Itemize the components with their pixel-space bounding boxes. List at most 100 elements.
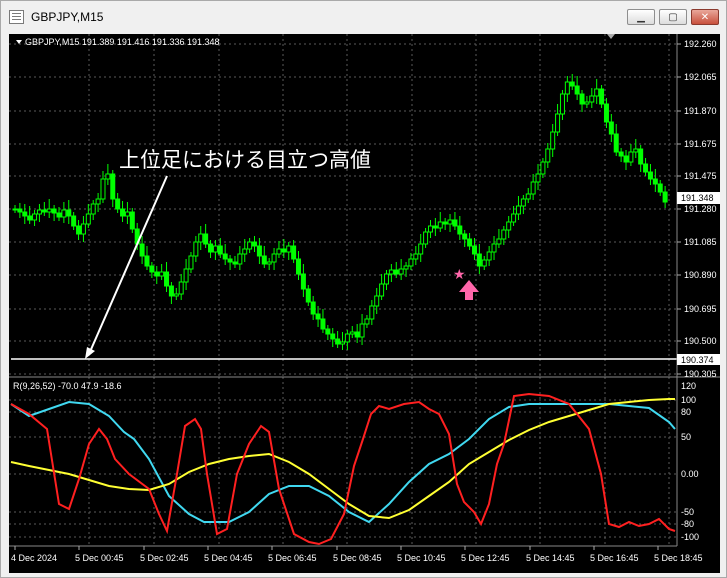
candle-body (520, 198, 526, 207)
candle-body (227, 258, 233, 263)
candle-body (374, 295, 380, 307)
close-button[interactable]: ✕ (691, 9, 719, 25)
time-tick-label: 5 Dec 06:45 (268, 553, 317, 563)
candle-body (613, 133, 619, 153)
time-axis: 4 Dec 2024 5 Dec 00:45 5 Dec 02:45 5 Dec 04… (11, 546, 703, 563)
candle-body (120, 208, 126, 217)
price-tick-label: 190.500 (684, 336, 717, 346)
chart-info: GBPJPY,M15 191.389 191.416 191.336 191.3… (25, 37, 220, 47)
candle-body (515, 205, 521, 215)
candle-body (335, 338, 341, 345)
candle-body (56, 212, 62, 218)
chart-menu-icon[interactable] (16, 40, 22, 44)
candle-body (427, 225, 433, 233)
indicator-tick-label: 0.00 (681, 469, 699, 479)
candle-body (300, 273, 306, 290)
candle-body (61, 209, 67, 218)
signal-star-icon: ★ (453, 266, 466, 282)
time-tick-label: 5 Dec 02:45 (140, 553, 189, 563)
candle-body (594, 88, 600, 97)
candle-body (584, 101, 590, 105)
chart-shift-icon[interactable] (607, 34, 615, 39)
candle-body (437, 221, 443, 229)
candle-body (418, 243, 424, 255)
price-tick-label: 191.085 (684, 237, 717, 247)
candle-body (90, 203, 96, 215)
candle-body (657, 183, 663, 193)
candle-body (159, 271, 165, 277)
candle-body (17, 208, 23, 213)
indicator-tick-label: 100 (681, 395, 696, 405)
candle-body (608, 121, 614, 135)
candle-body (599, 88, 605, 105)
candle-body (662, 191, 668, 203)
candle-body (398, 268, 404, 275)
candle-body (168, 285, 174, 297)
candle-body (447, 219, 453, 225)
price-tick-label: 190.890 (684, 270, 717, 280)
candle-body (525, 193, 531, 200)
candle-body (325, 328, 331, 335)
candle-body (511, 213, 517, 223)
candle-body (432, 225, 438, 229)
candle-body (286, 245, 292, 253)
title-bar[interactable]: GBPJPY,M15 ▁ ▢ ✕ (1, 1, 726, 34)
candle-body (540, 161, 546, 175)
price-tick-label: 192.260 (684, 39, 717, 49)
candle-body (305, 288, 311, 303)
candle-body (76, 225, 82, 235)
candle-body (27, 215, 33, 221)
candle-body (388, 269, 394, 275)
candle-body (564, 81, 570, 95)
line-price: 190.374 (681, 355, 714, 365)
time-tick-label: 5 Dec 08:45 (333, 553, 382, 563)
time-tick-label: 5 Dec 14:45 (526, 553, 575, 563)
candle-body (320, 318, 326, 330)
candle-body (212, 245, 218, 253)
candle-body (364, 318, 370, 325)
annotation-text: 上位足における目立つ高値 (119, 149, 371, 172)
candle-body (471, 245, 477, 255)
price-chart-svg[interactable]: 上位足における目立つ高値 ★ GBPJPY,M15 191.389 191.41… (9, 34, 720, 573)
candle-body (467, 238, 473, 247)
candle-body (173, 293, 179, 297)
candle-body (569, 81, 575, 87)
candle-body (276, 248, 282, 255)
candle-body (296, 258, 302, 275)
candle-body (559, 93, 565, 115)
candle-body (247, 241, 253, 250)
candle-body (271, 253, 277, 263)
candle-body (340, 341, 345, 345)
candle-body (647, 171, 653, 180)
candle-body (149, 265, 155, 273)
price-tick-label: 191.280 (684, 204, 717, 214)
candle-body (85, 213, 91, 225)
indicator-axis: 120 100 80 50 0.00 -50 -80 -100 (681, 381, 699, 542)
candle-body (178, 281, 184, 295)
candle-body (315, 313, 321, 320)
chart-area[interactable]: 上位足における目立つ高値 ★ GBPJPY,M15 191.389 191.41… (9, 34, 720, 573)
candle-body (208, 243, 214, 253)
window-title: GBPJPY,M15 (31, 10, 104, 24)
minimize-button[interactable]: ▁ (627, 9, 655, 25)
candle-body (501, 229, 507, 240)
signal-up-arrow-icon (459, 280, 479, 300)
price-axis: 192.260 192.065 191.870 191.675 191.475 191.2… (677, 39, 717, 379)
restore-button[interactable]: ▢ (659, 9, 687, 25)
candle-body (256, 245, 262, 257)
candle-body (261, 255, 267, 265)
candle-body (110, 173, 116, 200)
indicator-tick-label: 50 (681, 432, 691, 442)
candle-body (144, 255, 150, 267)
candle-body (51, 208, 57, 214)
candle-body (330, 333, 336, 340)
candle-body (242, 248, 248, 255)
candle-body (652, 178, 658, 185)
candle-body (550, 131, 556, 150)
candle-body (232, 261, 238, 265)
candle-body (71, 215, 77, 227)
candle-body (633, 148, 639, 153)
time-tick-label: 5 Dec 04:45 (204, 553, 253, 563)
indicator-tick-label: 80 (681, 407, 691, 417)
candle-body (203, 233, 209, 245)
